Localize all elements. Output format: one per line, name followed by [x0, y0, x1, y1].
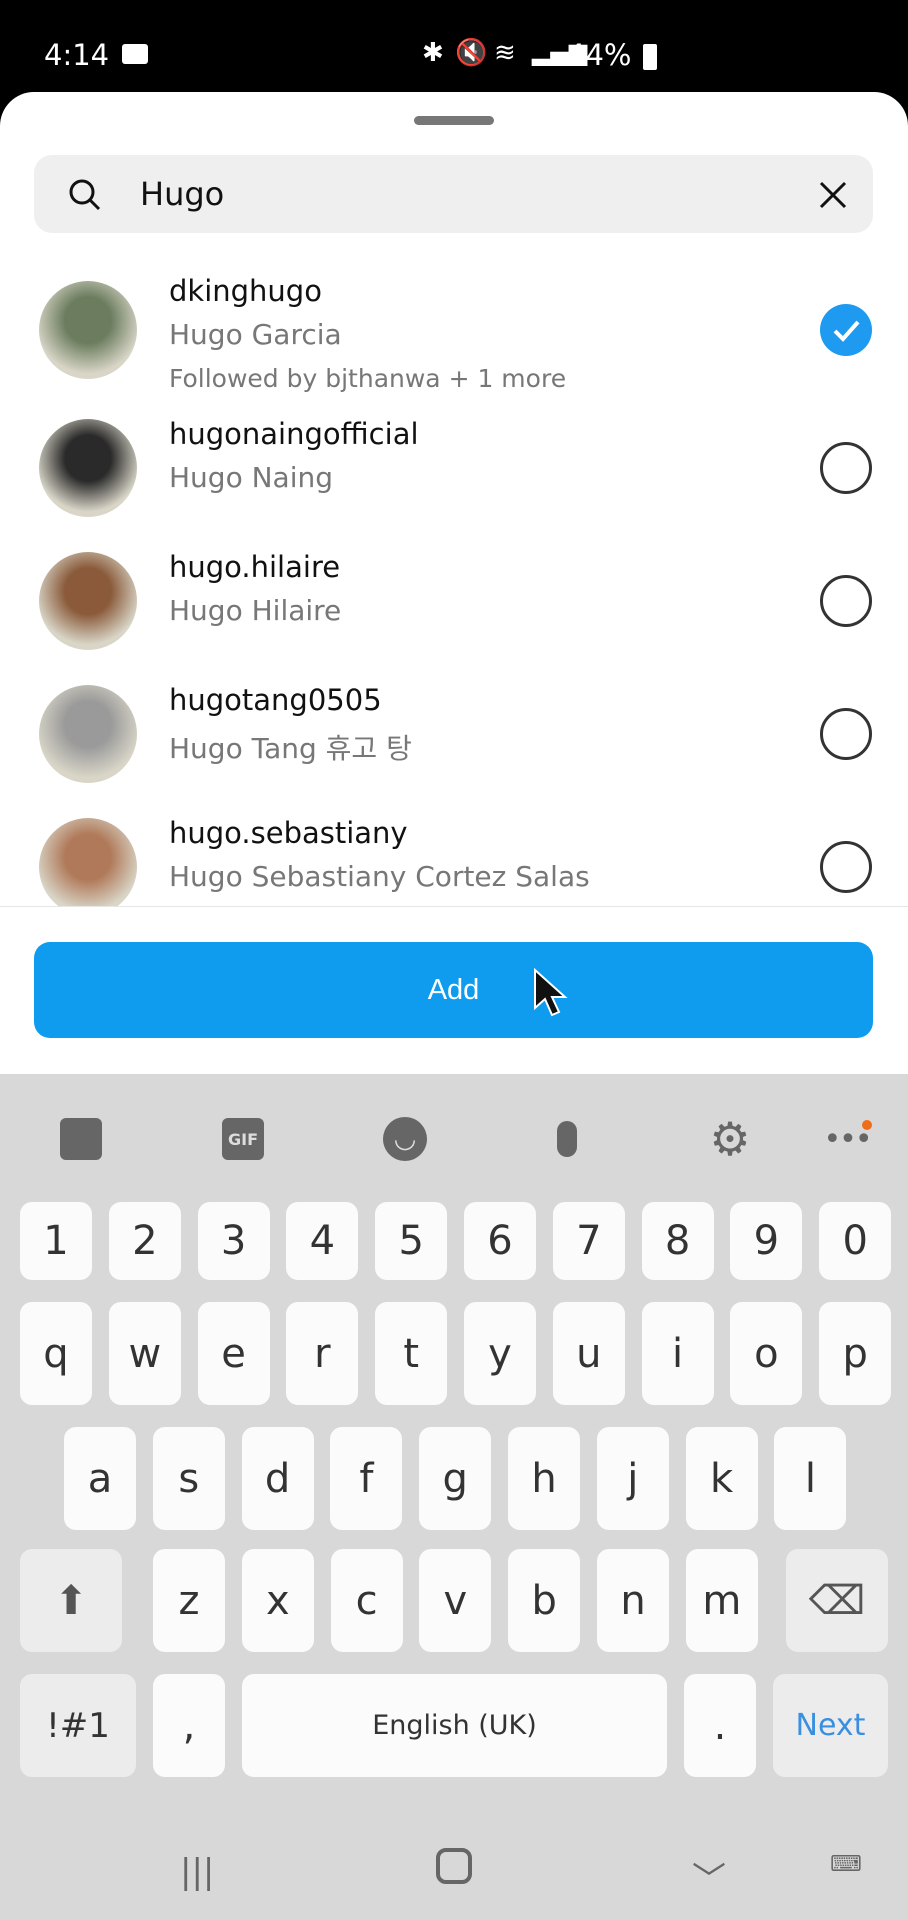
key-b[interactable]: b — [508, 1549, 581, 1652]
key-a[interactable]: a — [64, 1427, 136, 1530]
key-2[interactable]: 2 — [108, 1202, 181, 1280]
bluetooth-icon: ✱ — [422, 38, 444, 68]
keyboard: GIF ◡ ⚙ ••• 1234567890 qwertyuiop asdfghjk… — [0, 1074, 908, 1920]
key-k[interactable]: k — [685, 1427, 758, 1530]
avatar — [39, 281, 137, 379]
results-list: dkinghugo Hugo Garcia Followed by bjthan… — [0, 252, 908, 906]
recent-apps-icon[interactable]: ||| — [180, 1852, 214, 1892]
username: hugo.sebastiany — [169, 816, 408, 850]
wifi-icon: ≋ — [494, 38, 516, 68]
key-7[interactable]: 7 — [552, 1202, 625, 1280]
status-bar: 4:14 ✱ 🔇 ≋ ▂▄▆ 44% — [0, 0, 908, 92]
full-name: Hugo Hilaire — [169, 594, 342, 627]
result-row[interactable]: dkinghugo Hugo Garcia Followed by bjthan… — [0, 252, 908, 393]
result-row[interactable]: hugotang0505 Hugo Tang 휴고 탕 — [0, 661, 908, 795]
username: hugonaingofficial — [169, 417, 419, 451]
full-name: Hugo Sebastiany Cortez Salas — [169, 860, 590, 893]
search-bar — [34, 155, 873, 233]
avatar — [39, 818, 137, 906]
full-name: Hugo Garcia — [169, 318, 342, 351]
sticker-icon[interactable] — [56, 1114, 106, 1164]
battery-level: 44% — [567, 38, 632, 72]
mute-icon: 🔇 — [455, 38, 488, 68]
result-row[interactable]: hugo.sebastiany Hugo Sebastiany Cortez S… — [0, 794, 908, 906]
key-s[interactable]: s — [152, 1427, 225, 1530]
username: hugo.hilaire — [169, 550, 341, 584]
key-z[interactable]: z — [153, 1549, 225, 1652]
key-u[interactable]: u — [552, 1302, 625, 1405]
battery-icon — [643, 44, 657, 70]
clock: 4:14 — [44, 38, 110, 72]
key-f[interactable]: f — [330, 1427, 403, 1530]
key-q[interactable]: q — [20, 1302, 92, 1405]
username: hugotang0505 — [169, 683, 382, 717]
avatar — [39, 419, 137, 517]
key-v[interactable]: v — [419, 1549, 492, 1652]
hide-keyboard-icon[interactable]: ﹀ — [692, 1852, 726, 1901]
keyboard-switch-icon[interactable]: ⌨ — [830, 1852, 862, 1877]
select-circle[interactable] — [820, 442, 872, 494]
key-i[interactable]: i — [641, 1302, 714, 1405]
avatar — [39, 552, 137, 650]
key-n[interactable]: n — [597, 1549, 669, 1652]
full-name: Hugo Tang 휴고 탕 — [169, 732, 412, 765]
key-o[interactable]: o — [730, 1302, 803, 1405]
checked-circle-icon[interactable] — [820, 304, 872, 356]
microphone-icon[interactable] — [542, 1114, 592, 1164]
period-key[interactable]: . — [684, 1674, 756, 1777]
drag-handle[interactable] — [414, 116, 494, 125]
cursor-pointer-icon — [534, 968, 568, 1017]
select-circle[interactable] — [820, 841, 872, 893]
home-icon[interactable] — [436, 1848, 472, 1884]
search-input[interactable] — [140, 169, 740, 219]
shift-icon: ⬆ — [54, 1577, 88, 1624]
select-circle[interactable] — [820, 708, 872, 760]
key-t[interactable]: t — [375, 1302, 448, 1405]
divider — [0, 906, 908, 907]
full-name: Hugo Naing — [169, 461, 334, 494]
key-9[interactable]: 9 — [730, 1202, 803, 1280]
select-circle[interactable] — [820, 575, 872, 627]
key-j[interactable]: j — [596, 1427, 669, 1530]
key-h[interactable]: h — [508, 1427, 580, 1530]
key-x[interactable]: x — [241, 1549, 314, 1652]
key-c[interactable]: c — [330, 1549, 403, 1652]
backspace-icon: ⌫ — [808, 1577, 866, 1624]
key-1[interactable]: 1 — [20, 1202, 92, 1280]
symbols-key[interactable]: !#1 — [20, 1674, 136, 1777]
key-g[interactable]: g — [419, 1427, 492, 1530]
key-l[interactable]: l — [774, 1427, 847, 1530]
key-4[interactable]: 4 — [286, 1202, 359, 1280]
key-3[interactable]: 3 — [197, 1202, 270, 1280]
avatar — [39, 685, 137, 783]
key-m[interactable]: m — [685, 1549, 758, 1652]
emoji-icon[interactable]: ◡ — [380, 1114, 430, 1164]
key-5[interactable]: 5 — [375, 1202, 448, 1280]
search-icon — [69, 179, 101, 211]
settings-icon[interactable]: ⚙ — [705, 1112, 755, 1166]
shift-key[interactable]: ⬆ — [20, 1549, 122, 1652]
key-8[interactable]: 8 — [641, 1202, 714, 1280]
gif-icon[interactable]: GIF — [218, 1114, 268, 1164]
video-record-icon — [122, 44, 148, 64]
close-icon[interactable] — [818, 180, 848, 210]
key-w[interactable]: w — [108, 1302, 181, 1405]
add-button[interactable]: Add — [34, 942, 873, 1038]
key-d[interactable]: d — [241, 1427, 314, 1530]
key-y[interactable]: y — [464, 1302, 536, 1405]
key-p[interactable]: p — [819, 1302, 892, 1405]
space-key[interactable]: English (UK) — [242, 1674, 667, 1777]
result-row[interactable]: hugo.hilaire Hugo Hilaire — [0, 528, 908, 662]
key-e[interactable]: e — [197, 1302, 270, 1405]
username: dkinghugo — [169, 274, 322, 308]
followed-by: Followed by bjthanwa + 1 more — [169, 364, 567, 393]
comma-key[interactable]: , — [153, 1674, 225, 1777]
result-row[interactable]: hugonaingofficial Hugo Naing — [0, 395, 908, 529]
next-key[interactable]: Next — [773, 1674, 888, 1777]
more-icon[interactable]: ••• — [822, 1114, 873, 1164]
key-6[interactable]: 6 — [464, 1202, 536, 1280]
key-0[interactable]: 0 — [819, 1202, 892, 1280]
key-r[interactable]: r — [286, 1302, 359, 1405]
backspace-key[interactable]: ⌫ — [786, 1549, 888, 1652]
